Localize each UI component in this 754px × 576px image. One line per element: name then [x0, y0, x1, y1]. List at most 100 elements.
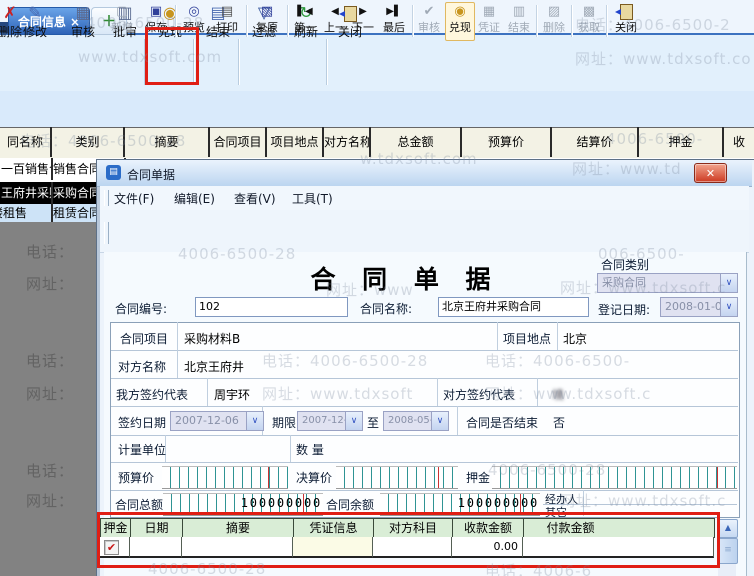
budget-label: 预算价: [118, 469, 154, 486]
contract-type-dropdown[interactable]: 采购合同 ∨: [597, 273, 738, 293]
finish-button-dialog[interactable]: ▥结束: [505, 3, 533, 39]
column-header-type[interactable]: 类别: [52, 127, 125, 157]
site-label: 项目地点: [503, 330, 551, 347]
term-to-dropdown[interactable]: 2008-05-07 ∨: [383, 411, 449, 431]
project-value[interactable]: 采购材料B: [184, 330, 240, 347]
audit-button-dialog[interactable]: ✔审核: [415, 3, 443, 39]
grid-line: [557, 322, 558, 350]
budget-ruled-field[interactable]: [162, 466, 288, 489]
audit-icon: ✔: [415, 3, 443, 20]
dialog-close-button[interactable]: ✕: [694, 163, 727, 183]
grid-line: [207, 378, 208, 406]
new-doc-icon: ▢: [106, 3, 138, 20]
form-big-title: 合 同 单 据: [290, 260, 520, 296]
next-record-icon: ▶: [350, 3, 376, 20]
column-header-total[interactable]: 总金额: [371, 127, 462, 157]
dialog-toolbar: [100, 210, 749, 253]
term-label: 期限: [272, 414, 296, 431]
deposit-ruled-field[interactable]: [492, 466, 737, 489]
party-label: 对方名称: [118, 358, 166, 375]
contract-no-input[interactable]: 102: [195, 297, 348, 317]
reg-date-dropdown[interactable]: 2008-01-09 ∨: [660, 297, 738, 317]
column-header-receive[interactable]: 收: [724, 127, 754, 157]
chevron-down-icon[interactable]: ∨: [246, 412, 263, 430]
sign-date-dropdown[interactable]: 2007-12-06 ∨: [170, 411, 264, 431]
cash-in-button-dialog[interactable]: ◉兑现: [445, 2, 475, 41]
delete-button-dialog[interactable]: ▨删除: [540, 3, 568, 39]
first-record-button[interactable]: ▌◀第一: [290, 3, 320, 39]
menu-tools[interactable]: 工具(T): [292, 190, 333, 207]
qty-label: 数 量: [296, 441, 324, 458]
unit-label: 计量单位: [118, 441, 166, 458]
scroll-up-arrow-icon[interactable]: ▲: [718, 519, 738, 538]
chevron-down-icon[interactable]: ∨: [345, 412, 362, 430]
restore-icon: ▧: [250, 3, 284, 20]
party-value[interactable]: 北京王府井: [184, 358, 244, 375]
menu-edit[interactable]: 编辑(E): [174, 190, 215, 207]
annotation-box-cash-in-button: [145, 27, 199, 85]
column-header-project[interactable]: 合同项目: [210, 127, 267, 157]
prev-record-icon: ◀: [322, 3, 348, 20]
column-header-settle[interactable]: 结算价: [552, 127, 639, 157]
first-record-icon: ▌◀: [290, 3, 320, 20]
our-rep-value[interactable]: 周宇环: [214, 386, 250, 403]
column-header-deposit[interactable]: 押金: [639, 127, 724, 157]
close-button-dialog[interactable]: 关闭: [610, 3, 642, 39]
menu-view[interactable]: 查看(V): [234, 190, 276, 207]
toolbar-separator: [326, 39, 328, 85]
grid-line: [497, 322, 498, 350]
grid-line: [111, 435, 738, 436]
grid-line: [290, 435, 291, 462]
last-record-button[interactable]: ▶▌最后: [378, 3, 410, 39]
their-rep-value[interactable]: 境: [552, 386, 564, 403]
total-label: 合同总额: [115, 496, 163, 513]
their-rep-label: 对方签约代表: [443, 386, 515, 403]
last-record-icon: ▶▌: [378, 3, 410, 20]
column-header-budget[interactable]: 预算价: [462, 127, 552, 157]
scrollbar-thumb[interactable]: ≡: [718, 538, 738, 564]
application-window: 合同信息 × ＋ ✗ 删除 ✎ 修改 ▦ 审核 ▥ 批审 ◉ 兑现 ▤ 结束 ▽…: [0, 0, 754, 576]
new-button[interactable]: ▢新增: [106, 3, 138, 39]
cash-coin-icon: ◉: [446, 3, 474, 20]
site-value[interactable]: 北京: [563, 330, 587, 347]
next-record-button[interactable]: ▶下一: [350, 3, 376, 39]
contract-name-label: 合同名称:: [360, 300, 412, 317]
menu-file[interactable]: 文件(F): [114, 190, 154, 207]
chevron-down-icon[interactable]: ∨: [431, 412, 448, 430]
grid-line: [537, 378, 538, 406]
grid-line: [437, 378, 438, 406]
finish-doc-icon: ▥: [505, 3, 533, 20]
prev-record-button[interactable]: ◀上一: [322, 3, 348, 39]
final-price-ruled-field[interactable]: [336, 466, 458, 489]
voucher-button[interactable]: ▦凭证: [475, 3, 503, 39]
toolbar-separator: [238, 39, 240, 85]
chevron-down-icon[interactable]: ∨: [720, 274, 737, 292]
toolbar-separator: [246, 5, 248, 37]
term-from-dropdown[interactable]: 2007-12-07 ∨: [297, 411, 363, 431]
deposit-label: 押金: [466, 469, 490, 486]
preview-icon: ◎: [178, 3, 210, 20]
column-header-party[interactable]: 对方名称: [324, 127, 371, 157]
edit-pencil-icon: ✎: [13, 2, 57, 24]
toolbar-separator: [571, 5, 573, 37]
column-header-site[interactable]: 项目地点: [267, 127, 324, 157]
contract-name-input[interactable]: 北京王府井采购合同: [438, 297, 589, 317]
annotation-box-detail-table: [97, 512, 720, 568]
grid-line: [177, 322, 178, 378]
dialog-titlebar[interactable]: [97, 160, 752, 187]
balance-label: 合同余额: [326, 496, 374, 513]
close-x-icon: ✕: [706, 167, 715, 180]
column-header-summary[interactable]: 摘要: [125, 127, 210, 157]
fetch-button[interactable]: ▩获取: [575, 3, 603, 39]
modify-button[interactable]: ✎ 修改: [13, 2, 57, 52]
contract-no-label: 合同编号:: [115, 300, 167, 317]
restore-button[interactable]: ▧复原: [250, 3, 284, 39]
audit-button[interactable]: ▦ 审核: [61, 2, 105, 52]
chevron-down-icon[interactable]: ∨: [720, 298, 737, 316]
save-icon: ▣: [140, 3, 172, 20]
column-header-name[interactable]: 同名称: [0, 127, 52, 157]
our-rep-label: 我方签约代表: [116, 386, 188, 403]
print-button[interactable]: ▤打印: [211, 3, 243, 39]
grid-line: [111, 406, 738, 407]
grid-line: [111, 462, 738, 463]
